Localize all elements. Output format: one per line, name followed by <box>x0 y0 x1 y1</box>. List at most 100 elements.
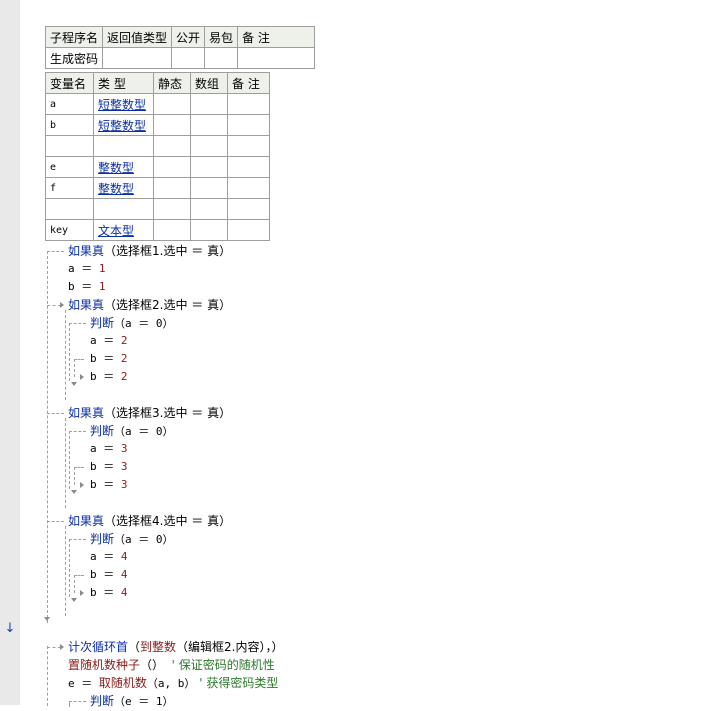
judge-keyword[interactable]: 判断 <box>90 424 114 438</box>
array-cell[interactable] <box>190 219 228 241</box>
table-row[interactable] <box>45 198 270 220</box>
code-line[interactable]: 判断（e ＝ 1） <box>90 692 174 710</box>
static-cell[interactable] <box>153 114 191 136</box>
var-type-link[interactable]: 整数型 <box>93 156 154 178</box>
code-line[interactable]: 如果真（选择框3.选中 ＝ 真） <box>68 404 231 422</box>
if-keyword[interactable]: 如果真 <box>68 514 104 528</box>
function-name[interactable]: 取随机数 <box>99 676 147 690</box>
condition: （选择框4.选中 ＝ 真） <box>104 514 232 528</box>
note-cell[interactable] <box>227 219 270 241</box>
code-line[interactable]: 判断（a ＝ 0） <box>90 530 174 548</box>
code-line[interactable]: b ＝ 2 <box>90 368 128 386</box>
assign-lhs: b ＝ <box>90 478 121 491</box>
code-line[interactable]: b ＝ 2 <box>90 350 128 368</box>
note-cell[interactable] <box>227 177 270 199</box>
static-cell[interactable] <box>153 135 191 157</box>
var-name[interactable]: key <box>45 219 94 241</box>
judge-keyword[interactable]: 判断 <box>90 316 114 330</box>
if-keyword[interactable]: 如果真 <box>68 244 104 258</box>
code-line[interactable]: b ＝ 1 <box>68 278 106 296</box>
array-cell[interactable] <box>190 177 228 199</box>
array-cell[interactable] <box>190 198 228 220</box>
note-cell[interactable] <box>227 93 270 115</box>
code-line[interactable]: a ＝ 3 <box>90 440 128 458</box>
code-line[interactable]: b ＝ 4 <box>90 584 128 602</box>
assign-value: 3 <box>120 460 128 473</box>
code-line[interactable]: 置随机数种子（） ' 保证密码的随机性 <box>68 656 275 674</box>
note-cell[interactable] <box>227 198 270 220</box>
flow-guide <box>47 305 61 306</box>
static-cell[interactable] <box>153 219 191 241</box>
code-line[interactable]: 如果真（选择框4.选中 ＝ 真） <box>68 512 231 530</box>
function-name[interactable]: 到整数 <box>140 640 176 654</box>
judge-keyword[interactable]: 判断 <box>90 532 114 546</box>
flow-arrow-icon <box>44 617 50 621</box>
var-name[interactable] <box>45 198 94 220</box>
variable-table-header: 变量名 类 型 静态 数组 备 注 <box>45 72 270 94</box>
code-line[interactable]: 如果真（选择框2.选中 ＝ 真） <box>68 296 231 314</box>
public-flag[interactable] <box>171 47 206 69</box>
code-line[interactable]: a ＝ 1 <box>68 260 106 278</box>
code-line[interactable]: e ＝ 取随机数（a, b） ' 获得密码类型 <box>68 674 278 692</box>
comment: ' 获得密码类型 <box>199 676 279 690</box>
flow-guide <box>69 431 70 489</box>
flow-arrow-icon <box>80 590 84 596</box>
static-cell[interactable] <box>153 198 191 220</box>
array-cell[interactable] <box>190 135 228 157</box>
table-row[interactable] <box>45 135 270 157</box>
note-cell[interactable] <box>227 114 270 136</box>
var-name[interactable] <box>45 135 94 157</box>
function-name[interactable]: 置随机数种子 <box>68 658 140 672</box>
array-cell[interactable] <box>190 93 228 115</box>
table-row[interactable]: f 整数型 <box>45 177 270 199</box>
subroutine-name[interactable]: 生成密码 <box>44 47 104 69</box>
code-line[interactable]: 计次循环首（到整数（编辑框2.内容），） <box>68 638 284 656</box>
var-name[interactable]: e <box>45 156 94 178</box>
header-cell: 返回值类型 <box>102 26 173 48</box>
var-type-link[interactable] <box>93 198 154 220</box>
note-cell[interactable] <box>237 47 316 69</box>
table-row[interactable]: e 整数型 <box>45 156 270 178</box>
down-arrow-icon[interactable]: ↓ <box>3 622 17 636</box>
array-cell[interactable] <box>190 156 228 178</box>
var-name[interactable]: b <box>45 114 94 136</box>
assign-value: 1 <box>98 280 106 293</box>
static-cell[interactable] <box>153 156 191 178</box>
code-line[interactable]: 如果真（选择框1.选中 ＝ 真） <box>68 242 231 260</box>
epkg-flag[interactable] <box>204 47 239 69</box>
flow-guide <box>69 701 70 707</box>
table-row[interactable]: a 短整数型 <box>45 93 270 115</box>
code-line[interactable]: a ＝ 4 <box>90 548 128 566</box>
var-name[interactable]: a <box>45 93 94 115</box>
assign-lhs: b ＝ <box>90 568 121 581</box>
table-row[interactable]: 生成密码 <box>44 47 316 69</box>
loop-keyword[interactable]: 计次循环首 <box>68 640 128 654</box>
note-cell[interactable] <box>227 135 270 157</box>
note-cell[interactable] <box>227 156 270 178</box>
return-type[interactable] <box>102 47 173 69</box>
static-cell[interactable] <box>153 177 191 199</box>
judge-keyword[interactable]: 判断 <box>90 694 114 708</box>
code-line[interactable]: b ＝ 3 <box>90 458 128 476</box>
code-line[interactable]: b ＝ 3 <box>90 476 128 494</box>
table-row[interactable]: b 短整数型 <box>45 114 270 136</box>
code-line[interactable]: 判断（a ＝ 0） <box>90 314 174 332</box>
flow-guide <box>74 467 75 485</box>
var-type-link[interactable] <box>93 135 154 157</box>
var-type-link[interactable]: 文本型 <box>93 219 154 241</box>
code-line[interactable]: a ＝ 2 <box>90 332 128 350</box>
var-type-link[interactable]: 短整数型 <box>93 93 154 115</box>
editor-gutter[interactable] <box>0 0 20 705</box>
if-keyword[interactable]: 如果真 <box>68 298 104 312</box>
array-cell[interactable] <box>190 114 228 136</box>
static-cell[interactable] <box>153 93 191 115</box>
var-type-link[interactable]: 整数型 <box>93 177 154 199</box>
code-line[interactable]: b ＝ 4 <box>90 566 128 584</box>
if-keyword[interactable]: 如果真 <box>68 406 104 420</box>
code-line[interactable]: 判断（a ＝ 0） <box>90 422 174 440</box>
var-type-link[interactable]: 短整数型 <box>93 114 154 136</box>
assign-lhs: e ＝ <box>68 677 99 690</box>
flow-guide <box>74 575 75 593</box>
table-row[interactable]: key 文本型 <box>45 219 270 241</box>
var-name[interactable]: f <box>45 177 94 199</box>
